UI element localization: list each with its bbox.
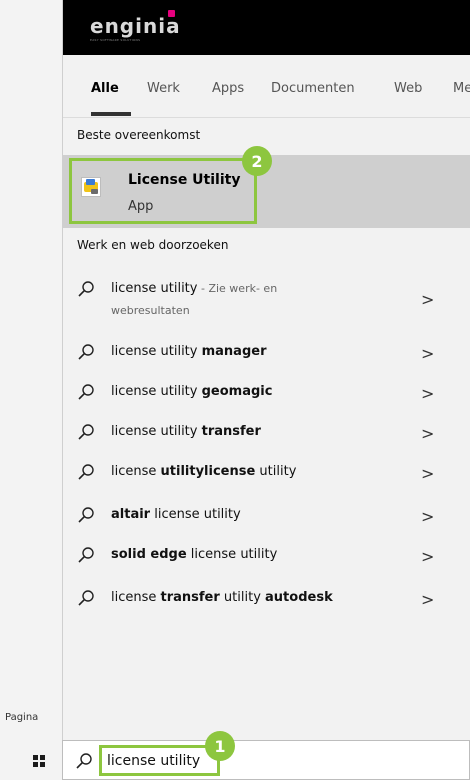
search-icon xyxy=(78,384,94,400)
search-icon xyxy=(78,344,94,360)
chevron-right-icon: > xyxy=(421,424,435,443)
search-suggestion[interactable]: license utility manager > xyxy=(63,343,470,363)
chevron-right-icon: > xyxy=(421,547,435,566)
search-suggestion[interactable]: license transfer utility autodesk > xyxy=(63,589,470,609)
search-suggestion[interactable]: license utility - Zie werk- en webresult… xyxy=(63,280,470,320)
search-suggestion[interactable]: license utility geomagic > xyxy=(63,383,470,403)
tab-alle[interactable]: Alle xyxy=(91,81,119,96)
windows-start-icon[interactable] xyxy=(33,755,45,767)
enginia-logo: enginia EASY SOFTWARE SOLUTIONS xyxy=(90,8,200,44)
logo-accent-dot xyxy=(168,10,175,17)
highlight-box-search xyxy=(99,745,220,776)
chevron-right-icon: > xyxy=(421,507,435,526)
search-suggestion[interactable]: license utility transfer > xyxy=(63,423,470,443)
search-icon xyxy=(78,424,94,440)
tab-documenten[interactable]: Documenten xyxy=(271,81,355,96)
tab-werk[interactable]: Werk xyxy=(147,81,180,96)
step-badge-2: 2 xyxy=(242,146,272,176)
chevron-right-icon: > xyxy=(421,344,435,363)
brand-bar: enginia EASY SOFTWARE SOLUTIONS xyxy=(63,0,470,55)
tab-web[interactable]: Web xyxy=(394,81,422,96)
search-icon xyxy=(76,753,92,769)
highlight-box-best-match xyxy=(69,158,257,224)
web-search-heading: Werk en web doorzoeken xyxy=(77,238,229,252)
chevron-right-icon: > xyxy=(421,384,435,403)
search-suggestion[interactable]: solid edge license utility > xyxy=(63,546,470,566)
chevron-right-icon: > xyxy=(421,290,435,309)
search-icon xyxy=(78,547,94,563)
search-icon xyxy=(78,507,94,523)
step-badge-1: 1 xyxy=(205,731,235,761)
search-icon xyxy=(78,590,94,606)
chevron-right-icon: > xyxy=(421,464,435,483)
search-icon xyxy=(78,464,94,480)
chevron-right-icon: > xyxy=(421,590,435,609)
page-label: Pagina xyxy=(5,712,39,723)
tab-apps[interactable]: Apps xyxy=(212,81,244,96)
search-icon xyxy=(78,281,94,297)
taskbar xyxy=(0,740,62,780)
desktop-edge xyxy=(0,0,62,780)
search-panel: enginia EASY SOFTWARE SOLUTIONS Alle Wer… xyxy=(62,0,470,740)
best-match-heading: Beste overeenkomst xyxy=(77,128,201,142)
filter-tabs: Alle Werk Apps Documenten Web Me xyxy=(63,55,470,118)
search-suggestion[interactable]: license utilitylicense utility > xyxy=(63,463,470,483)
active-tab-indicator xyxy=(91,112,131,116)
tab-more[interactable]: Me xyxy=(453,81,470,96)
search-suggestion[interactable]: altair license utility > xyxy=(63,506,470,526)
